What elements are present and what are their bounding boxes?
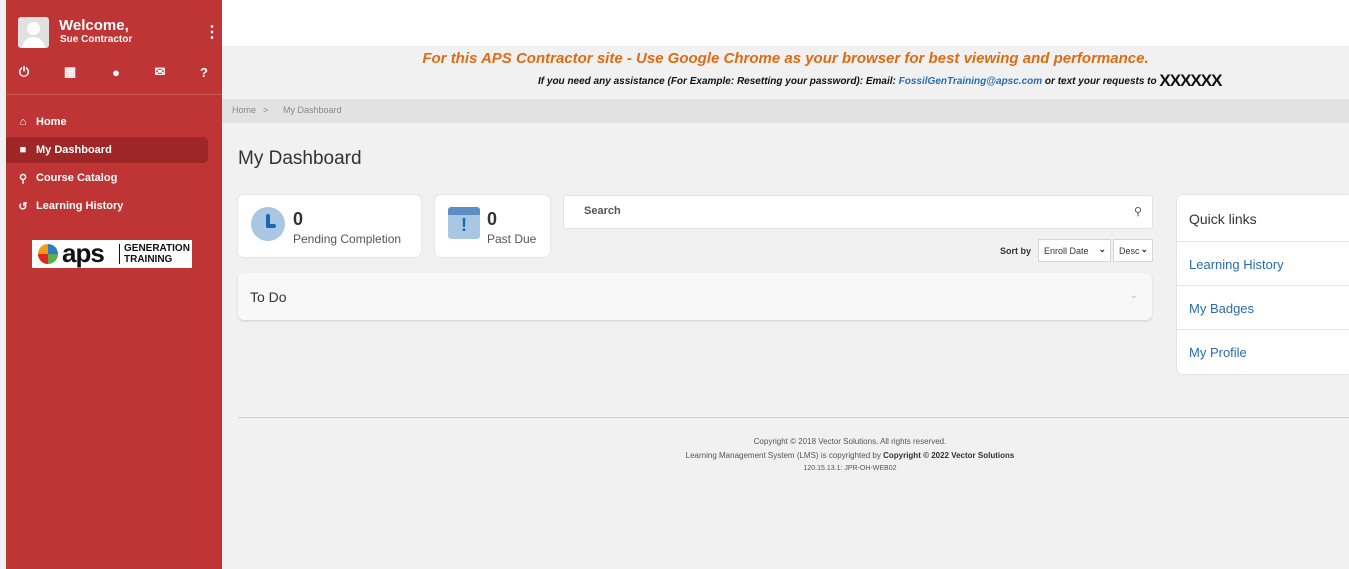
logo-line-2: TRAINING: [124, 254, 173, 265]
past-due-label: Past Due: [487, 232, 537, 246]
home-icon: ⌂: [19, 116, 27, 128]
footer-server-info: 120.15.13.1: JPR-OH-WEB02: [803, 465, 897, 472]
sort-order-select[interactable]: Desc ⌄: [1113, 239, 1153, 262]
sidebar-toolbar: ⏻ ▦ ● ✉ ?: [6, 62, 222, 86]
aps-logo: aps GENERATION TRAINING: [32, 238, 192, 268]
calendar-alert-icon: !: [448, 207, 480, 239]
assistance-suffix: or text your requests to: [1042, 76, 1160, 87]
kebab-icon[interactable]: ⋮: [204, 22, 220, 42]
sort-by-label: Sort by: [1000, 246, 1032, 256]
assistance-notice: If you need any assistance (For Example:…: [538, 71, 1222, 91]
footer-divider: [238, 417, 1349, 418]
sidebar-item-label: Learning History: [36, 200, 124, 212]
chevron-down-icon[interactable]: ⌄: [1130, 290, 1138, 301]
sort-field-value: Enroll Date: [1044, 245, 1089, 256]
sort-field-select[interactable]: Enroll Date ⌄: [1038, 239, 1111, 262]
user-panel: Welcome, Sue Contractor ⋮: [18, 17, 220, 48]
pending-completion-card[interactable]: 0 Pending Completion: [238, 195, 421, 257]
sidebar: Welcome, Sue Contractor ⋮ ⏻ ▦ ● ✉ ? ⌂ Ho…: [6, 0, 222, 569]
footer-lms-owner: Copyright © 2022 Vector Solutions: [883, 451, 1015, 460]
search-box: ⚲: [563, 195, 1153, 229]
quick-link-my-profile[interactable]: My Profile: [1189, 345, 1247, 360]
avatar[interactable]: [18, 17, 49, 48]
browser-notice: For this APS Contractor site - Use Googl…: [422, 50, 1149, 67]
quick-links-panel: Quick links Learning History My Badges M…: [1177, 195, 1349, 374]
masked-number: XXXXXX: [1159, 71, 1222, 90]
todo-label: To Do: [250, 289, 287, 305]
chevron-down-icon: ⌄: [1098, 244, 1106, 254]
mail-icon[interactable]: ✉: [150, 62, 170, 82]
footer-lms-copyright: Learning Management System (LMS) is copy…: [600, 451, 1100, 460]
todo-panel[interactable]: To Do ⌄: [238, 273, 1152, 320]
dashboard-icon: ■: [19, 144, 27, 156]
history-icon: ↺: [18, 200, 28, 213]
aps-logo-text: aps: [62, 238, 105, 268]
quick-links-title: Quick links: [1189, 211, 1257, 227]
footer-copyright: Copyright © 2018 Vector Solutions. All r…: [753, 437, 947, 446]
calendar-icon[interactable]: ▦: [60, 62, 80, 82]
pending-count: 0: [293, 209, 304, 229]
pending-label: Pending Completion: [293, 232, 402, 246]
search-input[interactable]: [582, 204, 1126, 218]
sidebar-item-label: Course Catalog: [36, 172, 118, 184]
breadcrumb-home[interactable]: Home: [232, 105, 256, 115]
page-title: My Dashboard: [238, 148, 362, 169]
support-email-link[interactable]: FossilGenTraining@apsc.com: [899, 76, 1043, 87]
help-icon[interactable]: ?: [194, 62, 214, 82]
quick-link-learning-history[interactable]: Learning History: [1189, 257, 1284, 272]
sidebar-item-label: My Dashboard: [36, 144, 112, 156]
past-due-card[interactable]: ! 0 Past Due: [435, 195, 550, 257]
search-icon[interactable]: ⚲: [1134, 205, 1142, 218]
breadcrumb: Home > My Dashboard: [222, 99, 1349, 123]
sidebar-divider: [6, 94, 222, 95]
assistance-prefix: If you need any assistance (For Example:…: [538, 76, 899, 87]
sidebar-item-my-dashboard[interactable]: ■ My Dashboard: [6, 137, 208, 163]
aps-logo-mark: [38, 244, 58, 264]
breadcrumb-current: My Dashboard: [283, 105, 342, 115]
search-icon: ⚲: [18, 172, 28, 185]
footer-lms-prefix: Learning Management System (LMS) is copy…: [685, 451, 884, 460]
sidebar-item-label: Home: [36, 116, 67, 128]
logo-line-1: GENERATION: [124, 243, 190, 254]
welcome-text: Welcome,: [59, 17, 129, 34]
sidebar-item-learning-history[interactable]: ↺ Learning History: [6, 193, 208, 219]
power-icon[interactable]: ⏻: [14, 62, 34, 82]
past-due-count: 0: [487, 209, 498, 229]
sidebar-item-course-catalog[interactable]: ⚲ Course Catalog: [6, 165, 208, 191]
breadcrumb-separator: >: [263, 105, 269, 115]
sort-order-value: Desc: [1119, 245, 1140, 256]
user-name: Sue Contractor: [60, 34, 133, 45]
sidebar-item-home[interactable]: ⌂ Home: [6, 109, 208, 135]
generation-training-text: GENERATION TRAINING: [124, 243, 190, 265]
badge-icon[interactable]: ●: [106, 62, 126, 82]
top-bar: [222, 0, 1349, 46]
quick-link-my-badges[interactable]: My Badges: [1189, 301, 1254, 316]
chevron-down-icon: ⌄: [1140, 244, 1148, 254]
clock-icon: [251, 207, 285, 241]
